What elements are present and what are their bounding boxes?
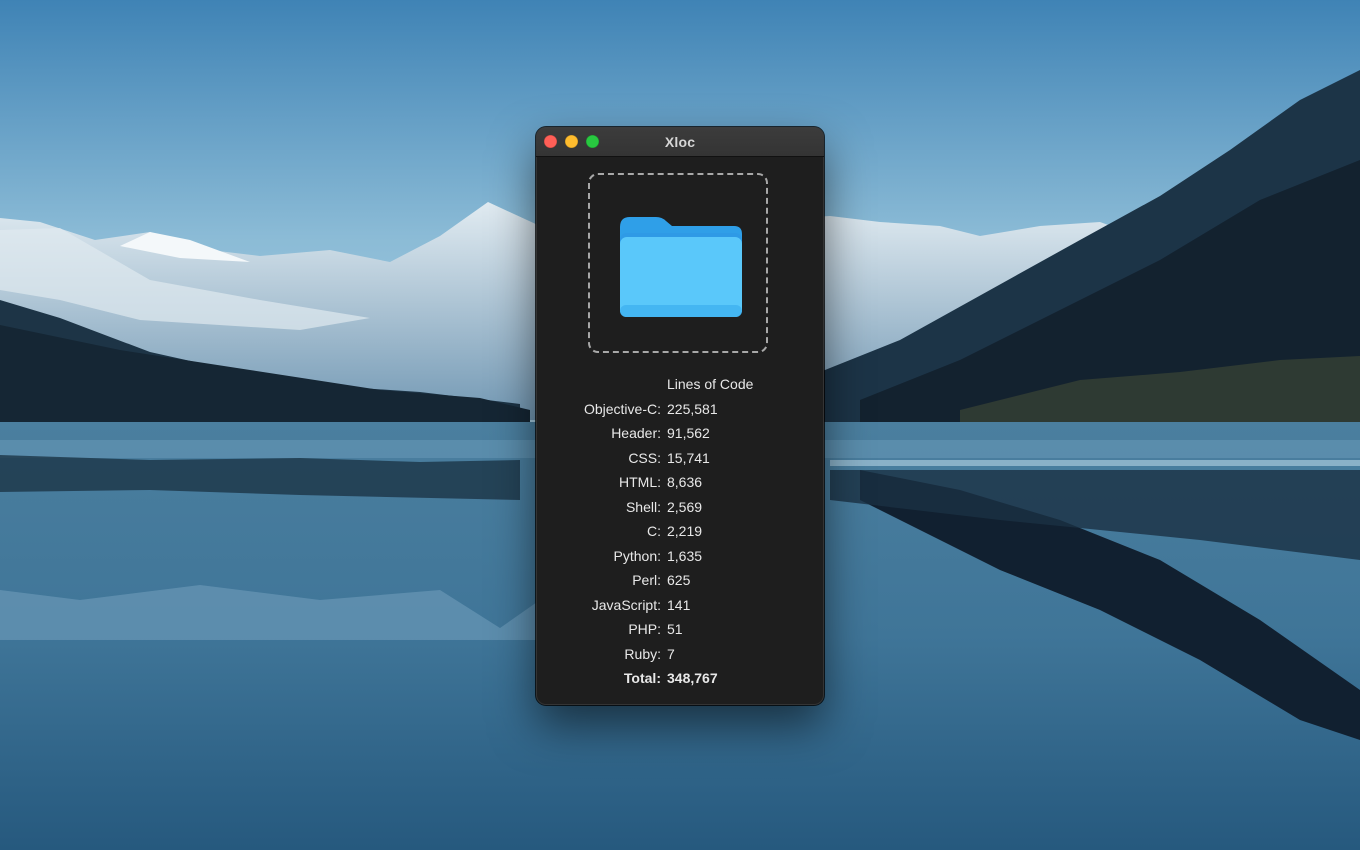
stat-value: 7: [667, 645, 675, 662]
folder-icon: [620, 217, 742, 317]
stat-row: PHP: 51: [536, 621, 824, 646]
stat-value: 8,636: [667, 474, 703, 490]
stat-value: 225,581: [667, 400, 718, 417]
title-bar[interactable]: Xloc: [536, 127, 824, 157]
stat-row: Python: 1,635: [536, 548, 824, 573]
stat-value: 1,635: [667, 547, 703, 564]
total-value: 348,767: [667, 670, 718, 686]
stat-label: C:: [647, 523, 661, 539]
stats-header-row: Lines of Code: [536, 376, 824, 401]
stat-row: Objective-C: 225,581: [536, 401, 824, 426]
stat-label: Ruby:: [624, 645, 661, 662]
stat-row: C: 2,219: [536, 523, 824, 548]
stat-label: CSS:: [628, 449, 661, 466]
folder-drop-zone[interactable]: [588, 173, 768, 353]
stats-header: Lines of Code: [667, 376, 754, 392]
stat-label: Python:: [613, 547, 661, 564]
stat-label: PHP:: [628, 621, 661, 637]
stat-value: 15,741: [667, 449, 710, 466]
stat-label: Header:: [611, 425, 661, 441]
stat-label: Objective-C:: [583, 400, 661, 417]
stat-label: Perl:: [632, 572, 661, 588]
stat-label: Shell:: [625, 498, 661, 515]
stat-row: JavaScript: 141: [536, 597, 824, 622]
total-row: Total: 348,767: [536, 670, 824, 695]
stat-value: 141: [667, 596, 691, 613]
stat-row: Ruby: 7: [536, 646, 824, 671]
stat-label: HTML:: [619, 474, 661, 490]
stat-value: 51: [667, 621, 683, 637]
window-title: Xloc: [664, 134, 696, 150]
stat-row: Shell: 2,569: [536, 499, 824, 524]
stat-value: 2,569: [667, 498, 703, 515]
total-label: Total:: [623, 670, 661, 686]
stat-row: HTML: 8,636: [536, 474, 824, 499]
stat-label: JavaScript:: [591, 596, 661, 613]
app-window: Xloc Lines of Code Objective-C: 225,581 …: [536, 127, 824, 705]
stat-row: CSS: 15,741: [536, 450, 824, 475]
stat-row: Perl: 625: [536, 572, 824, 597]
stat-value: 625: [667, 572, 691, 588]
stat-value: 2,219: [667, 523, 703, 539]
stat-value: 91,562: [667, 425, 710, 441]
stat-row: Header: 91,562: [536, 425, 824, 450]
lines-of-code-table: Lines of Code Objective-C: 225,581 Heade…: [536, 376, 824, 695]
